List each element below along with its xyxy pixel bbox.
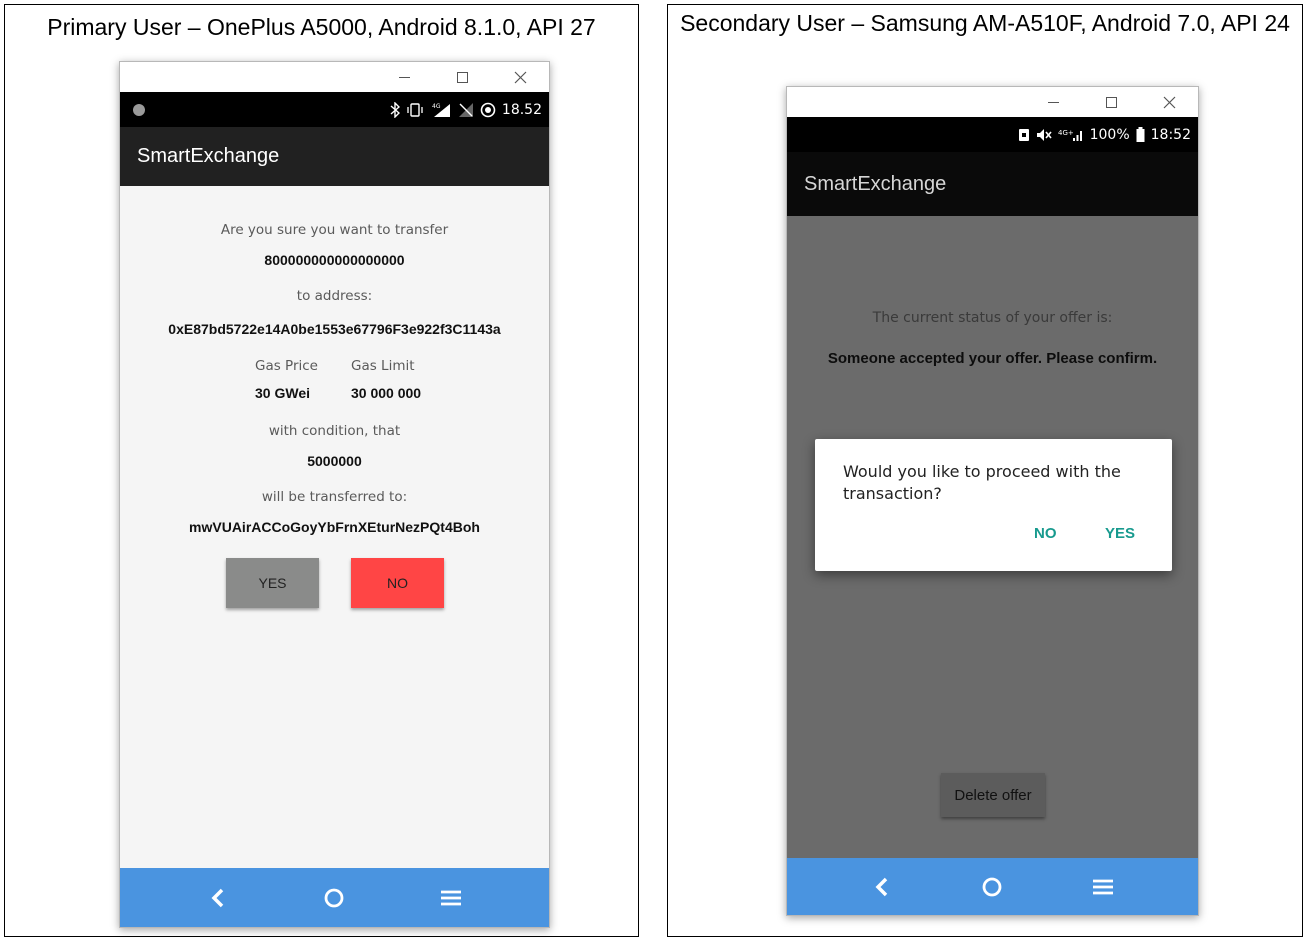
home-button[interactable] [314,878,354,918]
menu-button[interactable] [1083,867,1123,907]
to-address-label: to address: [296,288,373,304]
status-time: 18:52 [1150,126,1191,143]
offer-status-screen: The current status of your offer is: Som… [787,216,1198,858]
window-titlebar [120,62,549,92]
navigation-bar [120,868,549,927]
minimize-icon [398,76,410,78]
gas-price-value: 30 GWei [255,385,310,401]
mute-icon [1036,128,1052,141]
vibrate-icon [407,102,423,117]
emulator-window: 4G 18.52 SmartExchange Are you sure you … [119,61,550,928]
to-address-value: 0xE87bd5722e14A0be1553e67796F3e922f3C114… [168,321,501,337]
svg-text:4G: 4G [432,103,441,110]
home-icon [325,888,344,907]
back-icon [211,888,224,907]
app-bar: SmartExchange [787,152,1198,216]
signal-4g-icon: 4G [432,103,450,117]
offer-status-label: The current status of your offer is: [872,310,1113,326]
maximize-button[interactable] [1082,87,1140,117]
transferred-to-label: will be transferred to: [261,489,408,505]
yes-button[interactable]: YES [226,558,319,608]
panel-caption: Secondary User – Samsung AM-A510F, Andro… [680,10,1290,36]
transferred-to-address: mwVUAirACCoGoyYbFrnXEturNezPQt4Boh [189,519,480,535]
gas-settings: Gas Price 30 GWei Gas Limit 30 000 000 [120,356,549,406]
minimize-button[interactable] [1024,87,1082,117]
close-button[interactable] [491,62,549,92]
bluetooth-icon [390,101,400,118]
signal-4g-icon: 4G+ [1058,129,1082,141]
dialog-yes-button[interactable]: YES [1105,525,1135,542]
no-button[interactable]: NO [351,558,444,608]
close-button[interactable] [1140,87,1198,117]
maximize-icon [1105,96,1117,108]
minimize-icon [1047,101,1059,103]
svg-text:4G+: 4G+ [1058,129,1074,137]
gas-limit-column: Gas Limit 30 000 000 [351,356,461,401]
app-title: SmartExchange [137,145,280,167]
menu-button[interactable] [431,878,471,918]
panel-caption: Primary User – OnePlus A5000, Android 8.… [47,14,596,40]
confirm-dialog: Would you like to proceed with the trans… [815,439,1172,571]
close-icon [1163,96,1175,108]
maximize-icon [456,71,468,83]
window-titlebar [787,87,1198,117]
save-card-icon [1018,128,1029,141]
condition-amount: 5000000 [307,453,362,469]
confirm-prompt: Are you sure you want to transfer [220,222,449,238]
home-icon [983,877,1002,896]
minimize-button[interactable] [375,62,433,92]
gas-limit-label: Gas Limit [351,358,415,374]
navigation-bar [787,858,1198,915]
battery-icon [1136,127,1145,142]
offer-status-value: Someone accepted your offer. Please conf… [827,350,1158,367]
notification-dot-icon [133,104,145,116]
app-title: SmartExchange [804,173,947,195]
transfer-amount: 800000000000000000 [264,252,405,268]
transfer-confirmation-screen: Are you sure you want to transfer 800000… [120,186,549,868]
back-icon [875,877,888,896]
close-icon [514,71,526,83]
status-time: 18.52 [501,101,542,118]
app-bar: SmartExchange [120,127,549,186]
condition-label: with condition, that [268,423,401,439]
menu-icon [1092,879,1113,894]
secondary-user-panel: Secondary User – Samsung AM-A510F, Andro… [667,4,1303,937]
home-button[interactable] [972,867,1012,907]
status-bar: 4G 18.52 [120,92,549,127]
location-icon [480,102,496,117]
status-bar: 4G+ 100% 18:52 [787,117,1198,152]
dialog-message: Would you like to proceed with the trans… [843,462,1121,503]
gas-price-label: Gas Price [255,358,318,374]
back-button[interactable] [862,867,902,907]
emulator-window: 4G+ 100% 18:52 SmartExchange The current… [786,86,1199,916]
back-button[interactable] [198,878,238,918]
gas-limit-value: 30 000 000 [351,385,422,401]
no-signal-icon [458,102,473,117]
dialog-no-button[interactable]: NO [1034,525,1057,542]
delete-offer-button[interactable]: Delete offer [941,773,1045,817]
primary-user-panel: Primary User – OnePlus A5000, Android 8.… [4,4,639,937]
gas-price-column: Gas Price 30 GWei [255,356,365,401]
maximize-button[interactable] [433,62,491,92]
battery-percent: 100% [1089,126,1130,143]
menu-icon [440,890,461,905]
